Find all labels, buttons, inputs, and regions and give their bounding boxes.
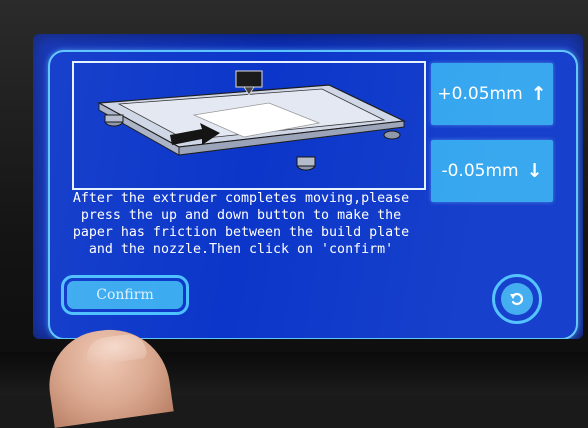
touch-screen: +0.05mm ↑ -0.05mm ↓ After the extruder c…: [33, 34, 583, 339]
leveling-instruction-text: After the extruder completes moving,plea…: [72, 191, 410, 257]
adjust-down-label: -0.05mm: [441, 161, 519, 181]
arrow-up-icon: ↑: [530, 83, 547, 105]
leveling-illustration: [72, 61, 426, 190]
arrow-down-icon: ↓: [526, 160, 543, 182]
confirm-button[interactable]: Confirm: [61, 275, 189, 315]
raise-nozzle-button[interactable]: +0.05mm ↑: [431, 63, 553, 125]
leveling-panel: +0.05mm ↑ -0.05mm ↓ After the extruder c…: [48, 50, 578, 339]
lower-nozzle-button[interactable]: -0.05mm ↓: [431, 140, 553, 202]
nozzle-icon: [235, 70, 263, 88]
confirm-label: Confirm: [67, 281, 183, 309]
build-plate-diagram: [96, 70, 407, 171]
back-button[interactable]: [492, 274, 542, 324]
adjust-up-label: +0.05mm: [437, 84, 523, 104]
back-arrow-icon: [501, 283, 533, 315]
